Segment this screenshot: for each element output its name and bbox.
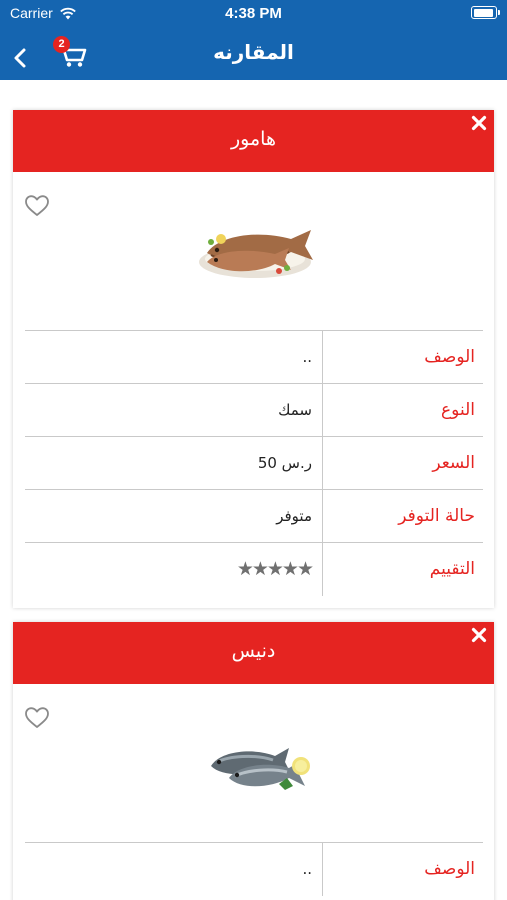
heart-icon [25, 195, 49, 216]
spec-value: سمك [25, 384, 323, 436]
spec-label: حالة التوفر [398, 506, 475, 526]
comparison-screen: Carrier 4:38 PM 2 المقارنه هامور .. الوص… [0, 0, 507, 900]
battery-icon [471, 6, 500, 19]
product-name: دنيس [231, 640, 276, 662]
spec-label: النوع [441, 400, 475, 420]
product-card-header: هامور [13, 110, 494, 172]
spec-row-description: .. الوصف [25, 331, 483, 384]
spec-value: .. [25, 331, 323, 383]
spec-row-type: سمك النوع [25, 384, 483, 437]
spec-value: ★★★★★ [25, 543, 323, 596]
top-bar: Carrier 4:38 PM 2 المقارنه [0, 0, 507, 80]
status-time: 4:38 PM [225, 5, 282, 22]
remove-product-button[interactable] [470, 114, 488, 132]
spec-row-rating: ★★★★★ التقييم [25, 543, 483, 596]
rating-stars: ★★★★★ [236, 558, 314, 580]
spec-row-description: .. الوصف [25, 843, 483, 896]
spec-label: التقييم [429, 559, 475, 579]
status-bar: Carrier 4:38 PM [0, 0, 507, 28]
spec-value: متوفر [25, 490, 323, 542]
favorite-button[interactable] [24, 194, 50, 218]
spec-row-price: ر.س 50 السعر [25, 437, 483, 490]
spec-label: الوصف [424, 859, 475, 879]
product-card: هامور .. الوصف سمك النوع ر.س 50 السعر مت… [13, 110, 494, 608]
close-icon [471, 115, 487, 131]
spec-row-availability: متوفر حالة التوفر [25, 490, 483, 543]
grouper-fish-image [199, 230, 313, 278]
product-name: هامور [231, 128, 276, 150]
spec-label: الوصف [424, 347, 475, 367]
spec-table: .. الوصف سمك النوع ر.س 50 السعر متوفر حا… [25, 330, 483, 596]
spec-table: .. الوصف [25, 842, 483, 896]
remove-product-button[interactable] [470, 626, 488, 644]
product-card-header: دنيس [13, 622, 494, 684]
heart-icon [25, 707, 49, 728]
close-icon [471, 627, 487, 643]
favorite-button[interactable] [24, 706, 50, 730]
spec-label: السعر [432, 453, 475, 473]
spec-value: ر.س 50 [25, 437, 323, 489]
spec-value: .. [25, 843, 323, 896]
sea-bream-fish-image [211, 748, 310, 790]
page-title: المقارنه [213, 40, 294, 64]
product-card: دنيس .. الوصف [13, 622, 494, 900]
